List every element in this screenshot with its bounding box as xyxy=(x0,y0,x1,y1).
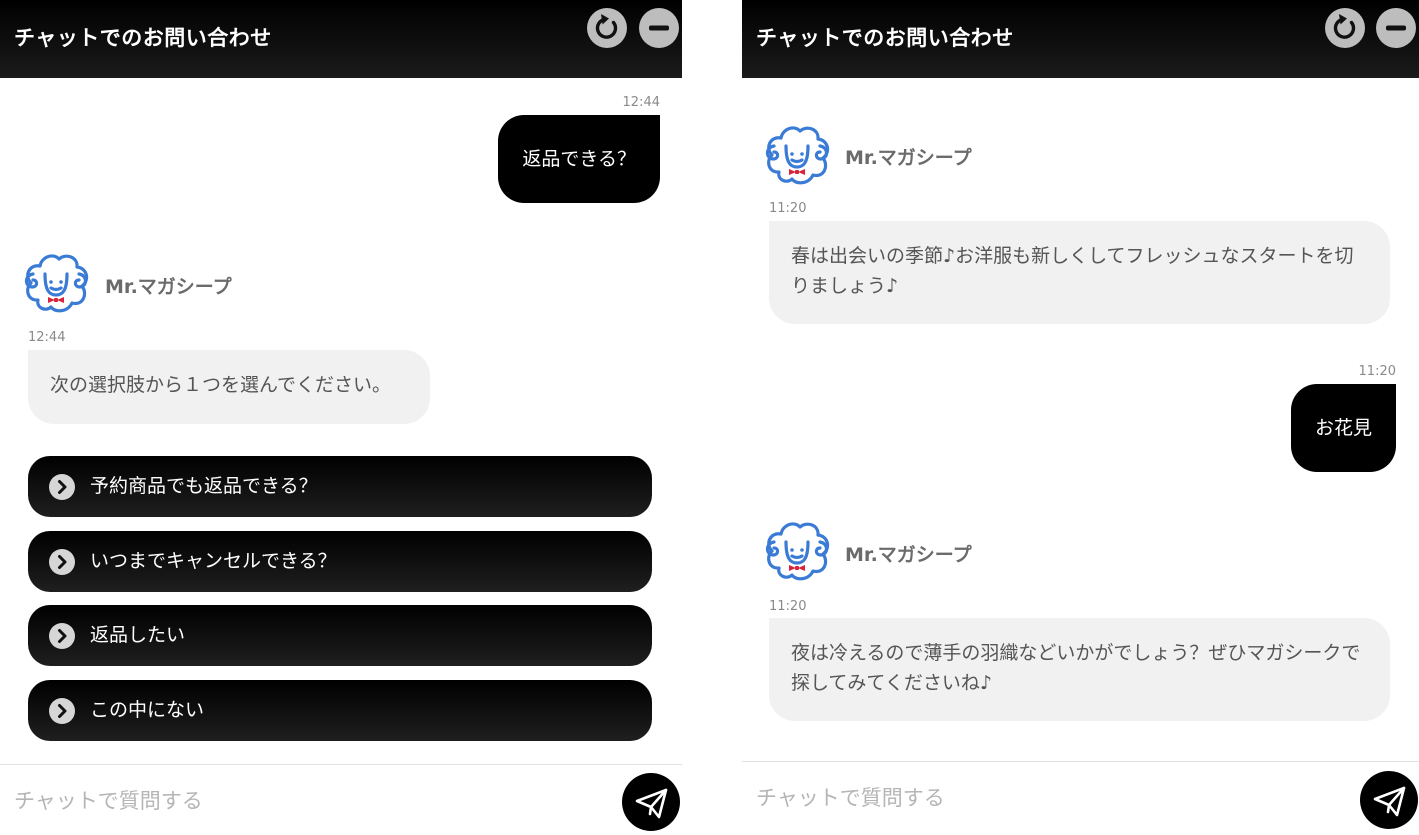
option-label: 返品したい xyxy=(90,624,186,646)
send-icon xyxy=(1360,771,1418,829)
user-message-bubble: お花見 xyxy=(1290,384,1396,472)
message-timestamp: 12:44 xyxy=(622,95,660,110)
chat-input[interactable] xyxy=(14,781,574,821)
send-button[interactable] xyxy=(622,773,680,831)
chevron-right-icon xyxy=(49,623,75,649)
message-timestamp: 11:20 xyxy=(1358,364,1396,379)
reset-button[interactable] xyxy=(587,8,627,48)
chat-header: チャットでのお問い合わせ xyxy=(742,0,1419,78)
bot-name: Mr.マガシープ xyxy=(845,544,972,566)
chat-header: チャットでのお問い合わせ xyxy=(0,0,682,78)
chat-title: チャットでのお問い合わせ xyxy=(14,26,272,50)
reset-icon xyxy=(587,8,627,48)
option-button[interactable]: この中にない xyxy=(28,680,652,741)
chat-input[interactable] xyxy=(756,778,1316,818)
message-timestamp: 11:20 xyxy=(769,599,807,614)
option-button[interactable]: 返品したい xyxy=(28,605,652,666)
bot-name: Mr.マガシープ xyxy=(105,276,232,298)
bot-message-bubble: 春は出会いの季節♪お洋服も新しくしてフレッシュなスタートを切りましょう♪ xyxy=(769,221,1390,324)
minimize-button[interactable] xyxy=(639,8,679,48)
bot-message-bubble: 次の選択肢から１つを選んでください。 xyxy=(28,350,430,424)
chat-input-bar xyxy=(742,761,1419,835)
chat-title: チャットでのお問い合わせ xyxy=(756,26,1014,50)
sheep-avatar-icon xyxy=(762,516,832,586)
bot-message-bubble: 夜は冷えるので薄手の羽織などいかがでしょう？ぜひマガシークで探してみてくださいね… xyxy=(769,618,1390,721)
bot-name: Mr.マガシープ xyxy=(845,147,972,169)
sheep-avatar-icon xyxy=(21,248,91,318)
message-timestamp: 12:44 xyxy=(28,330,66,345)
chat-input-bar xyxy=(0,764,682,835)
minimize-icon xyxy=(639,8,679,48)
user-message-bubble: 返品できる？ xyxy=(498,115,660,203)
reset-button[interactable] xyxy=(1325,8,1365,48)
option-button[interactable]: いつまでキャンセルできる？ xyxy=(28,531,652,592)
option-label: いつまでキャンセルできる？ xyxy=(90,550,337,572)
message-timestamp: 11:20 xyxy=(769,201,807,216)
option-button[interactable]: 予約商品でも返品できる？ xyxy=(28,456,652,517)
minimize-button[interactable] xyxy=(1376,8,1416,48)
option-label: この中にない xyxy=(90,699,205,721)
option-label: 予約商品でも返品できる？ xyxy=(90,475,318,497)
send-icon xyxy=(622,773,680,831)
chat-panel-right: チャットでのお問い合わせ Mr.マガシープ 11:20 春は出会いの季節♪お洋服… xyxy=(742,0,1419,835)
chevron-right-icon xyxy=(49,549,75,575)
minimize-icon xyxy=(1376,8,1416,48)
chevron-right-icon xyxy=(49,698,75,724)
sheep-avatar-icon xyxy=(762,120,832,190)
chevron-right-icon xyxy=(49,474,75,500)
reset-icon xyxy=(1325,8,1365,48)
send-button[interactable] xyxy=(1360,771,1418,829)
chat-panel-left: チャットでのお問い合わせ 12:44 返品できる？ Mr.マガシープ 12:44… xyxy=(0,0,682,835)
